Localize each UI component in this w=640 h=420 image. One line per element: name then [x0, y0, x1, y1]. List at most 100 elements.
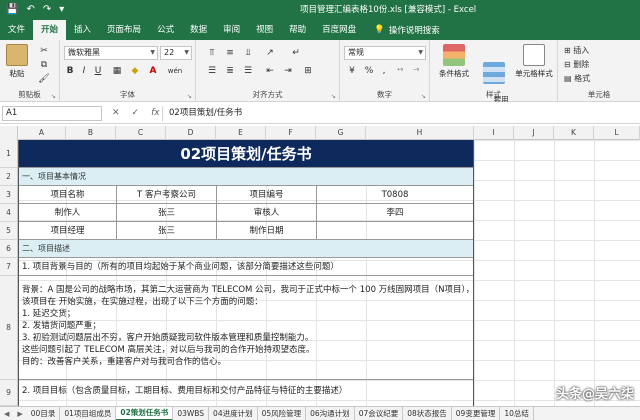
column-header[interactable]: I: [474, 126, 514, 140]
sheet-tab[interactable]: 05风险管理: [258, 407, 307, 420]
sheet-tab[interactable]: 09变更管理: [452, 407, 501, 420]
background-heading[interactable]: 1. 项目背景与目的（所有的项目均起始于某个商业问题，该部分简要描述这些问题）: [19, 258, 473, 276]
increase-indent-icon[interactable]: ⇥: [280, 64, 296, 78]
row-header[interactable]: 3: [0, 186, 18, 204]
clipboard-launcher-icon[interactable]: ↘: [51, 93, 56, 100]
creation-date-value[interactable]: [317, 222, 473, 240]
decrease-decimal-icon[interactable]: ⁻⁰: [408, 64, 424, 78]
tell-me-search[interactable]: 💡 操作说明搜索: [364, 24, 440, 36]
cell-styles-button[interactable]: 单元格样式: [514, 44, 554, 79]
sheet-title[interactable]: 02项目策划/任务书: [19, 140, 473, 168]
author-value[interactable]: 张三: [117, 204, 217, 222]
paste-button[interactable]: 粘贴: [4, 44, 30, 79]
font-name-combo[interactable]: 微软雅黑 ▼: [64, 46, 158, 60]
font-launcher-icon[interactable]: ↘: [187, 93, 192, 100]
row-header[interactable]: 2: [0, 168, 18, 186]
delete-cells-button[interactable]: ⊟ 删除: [564, 58, 634, 72]
project-name-label[interactable]: 项目名称: [19, 186, 117, 204]
align-top-icon[interactable]: ⫪: [204, 46, 220, 60]
comma-button[interactable]: ,: [378, 64, 390, 78]
tab-review[interactable]: 审阅: [215, 20, 248, 40]
save-icon[interactable]: 💾: [6, 0, 18, 20]
column-header[interactable]: K: [554, 126, 594, 140]
sheet-tab[interactable]: 04进度计划: [209, 407, 258, 420]
section-project-description[interactable]: 二、项目描述: [19, 240, 473, 258]
project-manager-value[interactable]: 张三: [117, 222, 217, 240]
reviewer-label[interactable]: 审核人: [217, 204, 317, 222]
row-header[interactable]: 4: [0, 204, 18, 222]
sheet-tab[interactable]: 00目录: [27, 407, 61, 420]
conditional-formatting-button[interactable]: 条件格式: [436, 44, 472, 79]
tab-home[interactable]: 开始: [33, 20, 67, 40]
select-all-corner[interactable]: [0, 126, 18, 140]
row-header[interactable]: 1: [0, 140, 18, 168]
sheet-tab[interactable]: 07会议纪要: [355, 407, 404, 420]
sheet-tab[interactable]: 01项目组成员: [60, 407, 117, 420]
column-header[interactable]: J: [514, 126, 554, 140]
tab-view[interactable]: 视图: [248, 20, 281, 40]
row-header[interactable]: 9: [0, 380, 18, 406]
align-center-icon[interactable]: ≣: [222, 64, 238, 78]
cut-icon[interactable]: ✂: [36, 44, 52, 58]
sheet-tab[interactable]: 03WBS: [173, 407, 210, 420]
italic-button[interactable]: I: [78, 64, 90, 78]
number-launcher-icon[interactable]: ↘: [421, 93, 426, 100]
column-header[interactable]: B: [66, 126, 116, 140]
name-box[interactable]: A1: [2, 106, 102, 121]
tab-baidu-netdisk[interactable]: 百度网盘: [314, 20, 364, 40]
wrap-text-icon[interactable]: ↵: [288, 46, 304, 60]
row-header[interactable]: 7: [0, 258, 18, 276]
column-header[interactable]: F: [266, 126, 316, 140]
insert-function-icon[interactable]: fx: [151, 106, 160, 121]
copy-icon[interactable]: ⧉: [36, 58, 52, 72]
customize-qat-icon[interactable]: ▾: [59, 0, 64, 20]
phonetic-guide-button[interactable]: wén: [164, 64, 186, 78]
column-header[interactable]: G: [316, 126, 366, 140]
merge-center-icon[interactable]: ⊞: [300, 64, 316, 78]
tab-page-layout[interactable]: 页面布局: [99, 20, 149, 40]
format-cells-button[interactable]: ▤ 格式: [564, 72, 634, 86]
sheet-tab-active[interactable]: 02策划任务书: [116, 407, 174, 420]
creation-date-label[interactable]: 制作日期: [217, 222, 317, 240]
tab-file[interactable]: 文件: [0, 20, 33, 40]
number-format-combo[interactable]: 常规 ▼: [344, 46, 426, 60]
scroll-tabs-right-icon[interactable]: ▶: [13, 410, 26, 418]
column-header[interactable]: L: [594, 126, 640, 140]
enter-icon[interactable]: ✓: [132, 106, 140, 121]
tab-insert[interactable]: 插入: [66, 20, 99, 40]
project-manager-label[interactable]: 项目经理: [19, 222, 117, 240]
worksheet-grid[interactable]: A B C D E F G H I J K L 1 2 3 4 5 6 7 8 …: [0, 126, 640, 406]
project-name-value[interactable]: T 客户考察公司: [117, 186, 217, 204]
increase-decimal-icon[interactable]: ⁺⁰: [392, 64, 408, 78]
sheet-tab[interactable]: 10总结: [500, 407, 534, 420]
font-color-button[interactable]: A: [146, 64, 160, 78]
underline-button[interactable]: U: [92, 64, 104, 78]
orientation-icon[interactable]: ↗: [262, 46, 278, 60]
row-header[interactable]: 6: [0, 240, 18, 258]
redo-icon[interactable]: ↷: [43, 0, 51, 20]
align-bottom-icon[interactable]: ⫫: [240, 46, 256, 60]
sheet-tab[interactable]: 08状态报告: [403, 407, 452, 420]
insert-cells-button[interactable]: ⊞ 插入: [564, 44, 634, 58]
section-basic-info[interactable]: 一、项目基本情况: [19, 168, 473, 186]
align-right-icon[interactable]: ☰: [240, 64, 256, 78]
sheet-tab[interactable]: 06沟通计划: [306, 407, 355, 420]
undo-icon[interactable]: ↶: [26, 0, 34, 20]
objectives-heading[interactable]: 2. 项目目标（包含质量目标，工期目标、费用目标和交付产品特征与特征的主要描述）: [19, 380, 473, 406]
decrease-indent-icon[interactable]: ⇤: [262, 64, 278, 78]
reviewer-value[interactable]: 李四: [317, 204, 473, 222]
column-header[interactable]: E: [216, 126, 266, 140]
column-header[interactable]: D: [166, 126, 216, 140]
formula-input[interactable]: 02项目策划/任务书: [162, 106, 636, 121]
background-paragraph[interactable]: 背景：A 国是公司的战略市场，其第二大运营商为 TELECOM 公司，我司于正式…: [19, 276, 474, 380]
tab-formulas[interactable]: 公式: [149, 20, 182, 40]
project-number-label[interactable]: 项目编号: [217, 186, 317, 204]
align-middle-icon[interactable]: ≡: [222, 46, 238, 60]
tab-data[interactable]: 数据: [182, 20, 215, 40]
row-header[interactable]: 5: [0, 222, 18, 240]
font-size-combo[interactable]: 22 ▼: [160, 46, 192, 60]
tab-help[interactable]: 帮助: [281, 20, 314, 40]
author-label[interactable]: 制作人: [19, 204, 117, 222]
column-header[interactable]: H: [366, 126, 474, 140]
scroll-tabs-left-icon[interactable]: ◀: [0, 410, 13, 418]
